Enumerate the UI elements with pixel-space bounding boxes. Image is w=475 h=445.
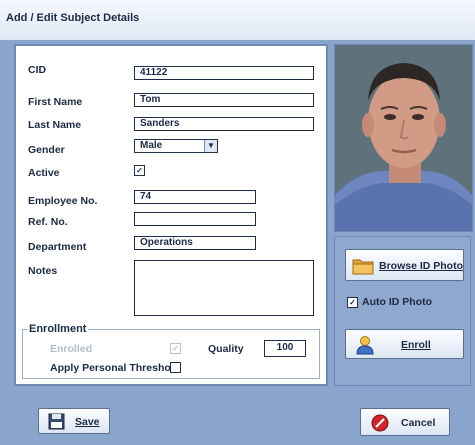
save-label: Save <box>75 416 100 428</box>
threshold-label: Apply Personal Threshold <box>50 362 181 374</box>
subject-details-window: Add / Edit Subject Details CID 41122 Fir… <box>0 0 475 445</box>
cancel-label: Cancel <box>401 417 436 429</box>
cancel-button[interactable]: Cancel <box>360 408 450 436</box>
enroll-button[interactable]: Enroll <box>345 329 464 359</box>
quality-label: Quality <box>208 343 244 355</box>
floppy-disk-icon <box>48 413 65 433</box>
first-name-label: First Name <box>28 96 83 108</box>
auto-id-photo-label: Auto ID Photo <box>362 296 432 308</box>
browse-id-photo-button[interactable]: Browse ID Photo <box>345 249 464 281</box>
gender-select[interactable]: Male ▼ <box>134 139 218 153</box>
last-name-label: Last Name <box>28 119 82 131</box>
active-checkbox[interactable]: ✓ <box>134 165 145 176</box>
department-label: Department <box>28 241 87 253</box>
folder-icon <box>352 257 374 278</box>
save-button[interactable]: Save <box>38 408 110 434</box>
threshold-checkbox[interactable] <box>170 362 181 373</box>
id-photo <box>334 44 473 232</box>
auto-id-photo-checkbox[interactable]: ✓ <box>347 297 358 308</box>
quality-value: 100 <box>264 340 306 357</box>
ref-no-field[interactable] <box>134 212 256 226</box>
form-panel: CID 41122 First Name Tom Last Name Sande… <box>14 44 328 386</box>
cid-field[interactable]: 41122 <box>134 66 314 80</box>
gender-value: Male <box>140 140 163 151</box>
ref-no-label: Ref. No. <box>28 216 68 228</box>
gender-label: Gender <box>28 144 65 156</box>
title-bar: Add / Edit Subject Details <box>0 0 475 40</box>
enrolled-checkbox: ✓ <box>170 343 181 354</box>
enrollment-legend: Enrollment <box>27 323 89 335</box>
active-label: Active <box>28 167 60 179</box>
face-photo-image <box>335 45 472 231</box>
cancel-icon <box>371 414 389 435</box>
browse-id-photo-label: Browse ID Photo <box>379 260 464 272</box>
department-field[interactable]: Operations <box>134 236 256 250</box>
chevron-down-icon[interactable]: ▼ <box>204 140 217 152</box>
cid-label: CID <box>28 64 47 76</box>
person-icon <box>356 335 374 358</box>
notes-textarea[interactable] <box>134 260 314 316</box>
employee-no-field[interactable]: 74 <box>134 190 256 204</box>
window-title: Add / Edit Subject Details <box>6 12 140 24</box>
photo-actions-panel: Browse ID Photo ✓ Auto ID Photo Enroll <box>334 236 471 386</box>
employee-no-label: Employee No. <box>28 195 98 207</box>
enroll-label: Enroll <box>401 339 431 351</box>
notes-label: Notes <box>28 265 58 277</box>
last-name-field[interactable]: Sanders <box>134 117 314 131</box>
enrolled-label: Enrolled <box>50 343 93 355</box>
first-name-field[interactable]: Tom <box>134 93 314 107</box>
